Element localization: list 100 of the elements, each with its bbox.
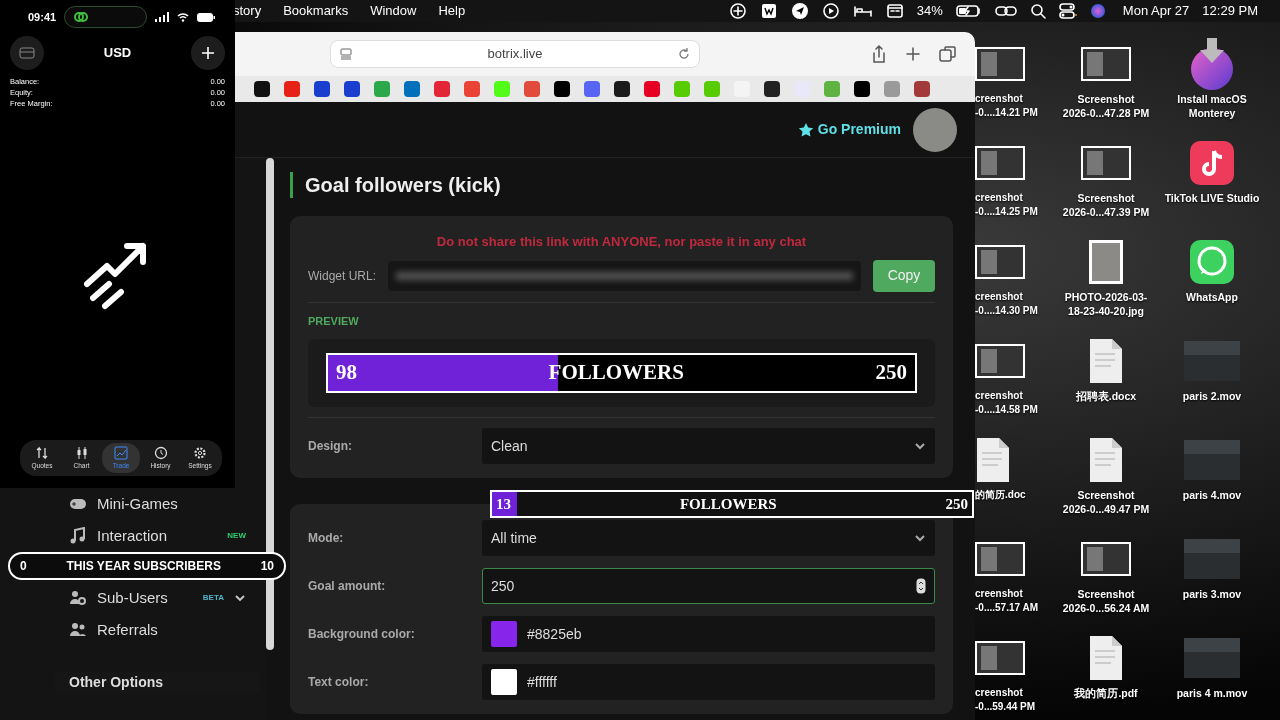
chevron-icon[interactable] bbox=[234, 592, 246, 604]
window-icon[interactable] bbox=[885, 2, 904, 20]
file-name[interactable]: 18-23-40-20.jpg bbox=[1068, 304, 1144, 318]
tabs-overview-icon[interactable] bbox=[939, 45, 957, 63]
bookmark-icon[interactable] bbox=[344, 81, 360, 97]
screenshot-thumbnail[interactable] bbox=[975, 146, 1025, 180]
warning-text: Do not share this link with ANYONE, nor paste it in any chat bbox=[435, 233, 808, 251]
assistant-orb-icon[interactable] bbox=[1089, 3, 1106, 19]
file-name[interactable]: -0...59.44 PM bbox=[975, 700, 1036, 714]
color-field[interactable]: #8825eb bbox=[482, 616, 935, 652]
file-name[interactable]: creenshot bbox=[975, 587, 1023, 601]
document-icon[interactable] bbox=[975, 437, 1011, 483]
file-name[interactable]: -0....14.21 PM bbox=[975, 106, 1038, 120]
file-name[interactable]: Install macOS bbox=[1177, 92, 1247, 106]
new-tab-icon[interactable] bbox=[905, 46, 921, 62]
color-field[interactable]: #ffffff bbox=[482, 664, 935, 700]
file-name[interactable]: 招聘表.docx bbox=[1075, 389, 1137, 403]
app-status-icon[interactable] bbox=[759, 2, 778, 20]
reload-icon[interactable] bbox=[677, 47, 691, 61]
section-label: PREVIEW bbox=[308, 313, 360, 329]
file-name[interactable]: 的简历.doc bbox=[975, 488, 1026, 502]
file-name[interactable]: Screenshot bbox=[1077, 92, 1135, 106]
avatar-placeholder[interactable] bbox=[913, 107, 957, 152]
address-bar[interactable]: botrix.live bbox=[330, 40, 700, 68]
sidebar-item[interactable]: Referrals bbox=[55, 616, 260, 644]
file-name[interactable]: PHOTO-2026-03- bbox=[1064, 290, 1148, 304]
screenshot-thumbnail[interactable] bbox=[975, 542, 1025, 576]
file-name[interactable]: 2026-0...47.39 PM bbox=[1062, 205, 1150, 219]
play-icon[interactable] bbox=[821, 2, 840, 20]
screenshot-thumbnail[interactable] bbox=[975, 245, 1025, 279]
music-note-app-icon[interactable] bbox=[1189, 140, 1235, 186]
dropdown-field[interactable]: All time bbox=[482, 520, 935, 556]
video-thumbnail[interactable] bbox=[1184, 440, 1240, 480]
file-name[interactable]: WhatsApp bbox=[1186, 290, 1238, 304]
file-name[interactable]: -0....14.25 PM bbox=[975, 205, 1038, 219]
screenshot-thumbnail[interactable] bbox=[975, 641, 1025, 675]
screenshot-thumbnail[interactable] bbox=[1081, 542, 1131, 576]
menu-item[interactable]: Bookmarks bbox=[283, 1, 349, 21]
link-icon[interactable] bbox=[994, 3, 1017, 19]
dropdown-field[interactable]: Clean bbox=[482, 428, 935, 464]
sidebar-item[interactable]: Sub-Users BETA bbox=[55, 584, 260, 612]
menu-item[interactable]: Window bbox=[370, 1, 417, 21]
photo-placeholder[interactable] bbox=[1088, 239, 1124, 285]
bookmark-icon[interactable] bbox=[914, 81, 930, 97]
chat-bubble-app-icon[interactable] bbox=[1189, 239, 1235, 285]
file-name[interactable]: 2026-0...56.24 AM bbox=[1062, 601, 1150, 615]
file-name[interactable]: 2026-0...47.28 PM bbox=[1062, 106, 1150, 120]
file-name[interactable]: creenshot bbox=[975, 290, 1023, 304]
screenshot-thumbnail[interactable] bbox=[975, 47, 1025, 81]
document-icon[interactable] bbox=[1088, 338, 1124, 384]
number-input-field[interactable]: 250 bbox=[482, 568, 935, 604]
document-icon[interactable] bbox=[1088, 635, 1124, 681]
file-name[interactable]: 2026-0...49.47 PM bbox=[1062, 502, 1150, 516]
file-name[interactable]: -0....14.30 PM bbox=[975, 304, 1038, 318]
file-name[interactable]: paris 4 m.mov bbox=[1176, 686, 1248, 700]
account-button[interactable] bbox=[10, 36, 44, 70]
bookmark-icon[interactable] bbox=[254, 81, 270, 97]
video-thumbnail[interactable] bbox=[1184, 341, 1240, 381]
file-name[interactable]: TikTok LIVE Studio bbox=[1164, 191, 1260, 205]
premium-link[interactable]: Go Premium bbox=[797, 119, 901, 140]
bookmark-icon[interactable] bbox=[554, 81, 570, 97]
file-name[interactable]: Monterey bbox=[1188, 106, 1236, 120]
star-icon bbox=[797, 121, 814, 138]
battery-icon[interactable] bbox=[955, 4, 982, 18]
file-name[interactable]: Screenshot bbox=[1077, 488, 1135, 502]
bookmark-icon[interactable] bbox=[614, 81, 630, 97]
share-icon[interactable] bbox=[871, 44, 887, 64]
search-icon[interactable] bbox=[1029, 3, 1046, 19]
add-button[interactable] bbox=[191, 36, 225, 70]
file-name[interactable]: -0....57.17 AM bbox=[975, 601, 1038, 615]
goal-label: FOLLOWERS bbox=[679, 494, 777, 514]
bookmark-icon[interactable] bbox=[854, 81, 870, 97]
file-name[interactable]: creenshot bbox=[975, 191, 1023, 205]
file-name[interactable]: paris 2.mov bbox=[1182, 389, 1242, 403]
control-center-icon[interactable] bbox=[1058, 3, 1077, 19]
file-name[interactable]: creenshot bbox=[975, 686, 1023, 700]
blurred-url-field[interactable] bbox=[388, 260, 861, 291]
file-name[interactable]: paris 3.mov bbox=[1182, 587, 1242, 601]
file-name[interactable]: creenshot bbox=[975, 92, 1023, 106]
bookmark-icon[interactable] bbox=[764, 81, 780, 97]
screenshot-thumbnail[interactable] bbox=[1081, 146, 1131, 180]
file-name[interactable]: -0....14.58 PM bbox=[975, 403, 1038, 417]
stepper-icon[interactable] bbox=[916, 578, 926, 594]
status-icon[interactable] bbox=[728, 2, 747, 20]
screenshot-thumbnail[interactable] bbox=[1081, 47, 1131, 81]
document-icon[interactable] bbox=[1088, 437, 1124, 483]
installer-icon[interactable] bbox=[1189, 37, 1235, 91]
file-name[interactable]: creenshot bbox=[975, 389, 1023, 403]
file-name[interactable]: Screenshot bbox=[1077, 191, 1135, 205]
settings-icon bbox=[193, 445, 207, 460]
file-name[interactable]: paris 4.mov bbox=[1182, 488, 1242, 502]
bookmark-icon[interactable] bbox=[314, 81, 330, 97]
sidebar-item[interactable]: Mini-Games bbox=[55, 490, 260, 518]
sidebar-item[interactable]: Interaction NEW bbox=[55, 522, 260, 550]
file-name[interactable]: Screenshot bbox=[1077, 587, 1135, 601]
menu-item[interactable]: Help bbox=[438, 1, 466, 21]
screenshot-thumbnail[interactable] bbox=[975, 344, 1025, 378]
video-thumbnail[interactable] bbox=[1184, 638, 1240, 678]
file-name[interactable]: 我的简历.pdf bbox=[1074, 686, 1138, 700]
video-thumbnail[interactable] bbox=[1184, 539, 1240, 579]
